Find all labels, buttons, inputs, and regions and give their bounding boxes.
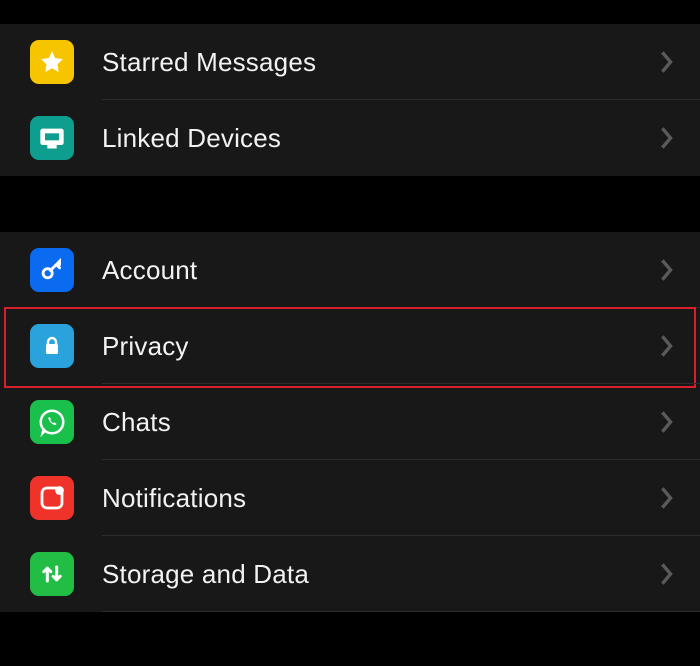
- monitor-icon: [30, 116, 74, 160]
- chevron-right-icon: [659, 411, 674, 433]
- row-notifications[interactable]: Notifications: [0, 460, 700, 536]
- settings-group-2: Account Privacy Chats: [0, 232, 700, 612]
- row-linked-devices[interactable]: Linked Devices: [0, 100, 700, 176]
- chevron-right-icon: [659, 259, 674, 281]
- row-chats[interactable]: Chats: [0, 384, 700, 460]
- row-storage-data[interactable]: Storage and Data: [0, 536, 700, 612]
- row-label: Privacy: [102, 331, 659, 362]
- star-icon: [30, 40, 74, 84]
- row-account[interactable]: Account: [0, 232, 700, 308]
- lock-icon: [30, 324, 74, 368]
- chevron-right-icon: [659, 563, 674, 585]
- row-label: Account: [102, 255, 659, 286]
- chevron-right-icon: [659, 487, 674, 509]
- row-label: Linked Devices: [102, 123, 659, 154]
- chevron-right-icon: [659, 127, 674, 149]
- updown-icon: [30, 552, 74, 596]
- settings-group-1: Starred Messages Linked Devices: [0, 24, 700, 176]
- chevron-right-icon: [659, 335, 674, 357]
- row-label: Notifications: [102, 483, 659, 514]
- row-starred-messages[interactable]: Starred Messages: [0, 24, 700, 100]
- divider: [102, 611, 700, 612]
- row-label: Chats: [102, 407, 659, 438]
- whatsapp-icon: [30, 400, 74, 444]
- key-icon: [30, 248, 74, 292]
- chevron-right-icon: [659, 51, 674, 73]
- row-privacy[interactable]: Privacy: [0, 308, 700, 384]
- row-label: Storage and Data: [102, 559, 659, 590]
- row-label: Starred Messages: [102, 47, 659, 78]
- notification-icon: [30, 476, 74, 520]
